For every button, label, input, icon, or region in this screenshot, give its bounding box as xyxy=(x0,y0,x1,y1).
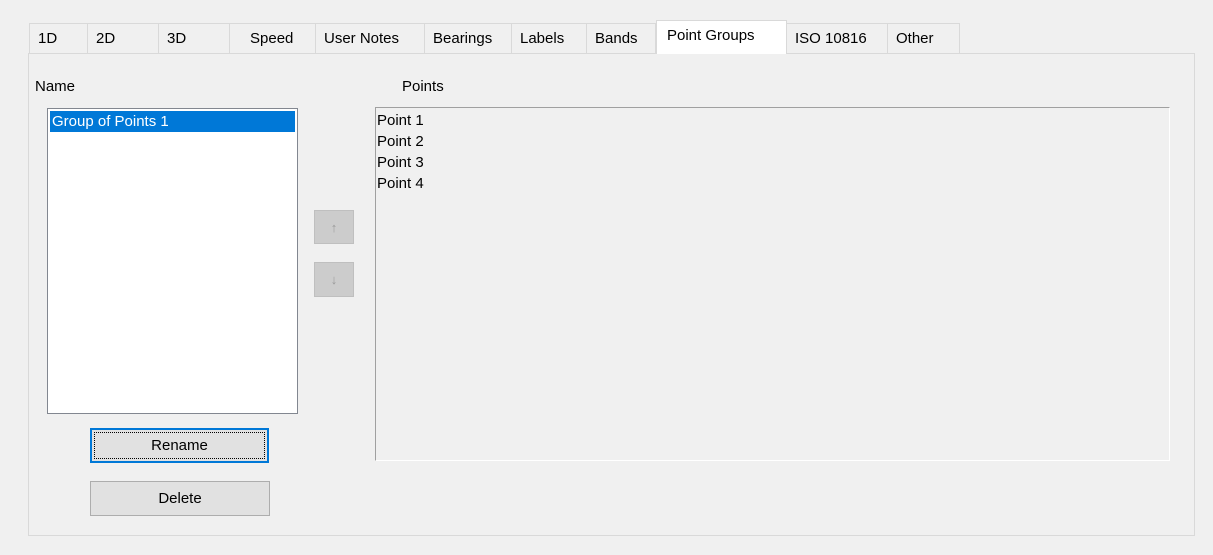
list-item[interactable]: Group of Points 1 xyxy=(50,111,295,132)
tab-speed[interactable]: Speed xyxy=(230,23,316,53)
tab-label: 1D xyxy=(38,30,58,47)
tab-bands[interactable]: Bands xyxy=(587,23,656,53)
tab-bearings[interactable]: Bearings xyxy=(425,23,512,53)
list-item[interactable]: Point 3 xyxy=(377,152,424,173)
tab-user-notes[interactable]: User Notes xyxy=(316,23,425,53)
tab-other[interactable]: Other xyxy=(888,23,960,53)
points-list[interactable]: Point 1 Point 2 Point 3 Point 4 xyxy=(375,107,1170,461)
point-text: Point 3 xyxy=(377,154,424,171)
tab-label: Bearings xyxy=(433,30,493,47)
tab-label: User Notes xyxy=(324,30,400,47)
tab-point-groups[interactable]: Point Groups xyxy=(656,20,787,54)
options-window: 1D 2D 3D Speed User Notes Bearings Label… xyxy=(0,0,1213,555)
point-text: Point 2 xyxy=(377,133,424,150)
move-up-button[interactable]: ↑ xyxy=(314,210,354,244)
tab-label: 2D xyxy=(96,30,116,47)
points-label: Points xyxy=(402,78,444,95)
tab-1d[interactable]: 1D xyxy=(29,23,88,53)
tab-2d[interactable]: 2D xyxy=(88,23,159,53)
tab-label: 3D xyxy=(167,30,187,47)
tab-labels[interactable]: Labels xyxy=(512,23,587,53)
focus-ring xyxy=(94,432,265,459)
tab-label: Other xyxy=(896,30,934,47)
point-groups-panel: Name Points Group of Points 1 ↑ ↓ Point … xyxy=(28,53,1195,536)
group-name-text: Group of Points 1 xyxy=(52,113,169,130)
tab-3d[interactable]: 3D xyxy=(159,23,230,53)
tab-label: Bands xyxy=(595,30,638,47)
down-arrow-icon: ↓ xyxy=(330,272,338,287)
name-label: Name xyxy=(35,78,76,95)
list-item[interactable]: Point 2 xyxy=(377,131,424,152)
list-item[interactable]: Point 1 xyxy=(377,110,424,131)
tab-iso-10816[interactable]: ISO 10816 xyxy=(787,23,888,53)
delete-button[interactable]: Delete xyxy=(90,481,270,516)
tab-label: Labels xyxy=(520,30,565,47)
delete-button-label: Delete xyxy=(158,490,202,507)
tab-label: Speed xyxy=(250,30,294,47)
tab-label: Point Groups xyxy=(667,27,755,44)
point-text: Point 4 xyxy=(377,175,424,192)
move-down-button[interactable]: ↓ xyxy=(314,262,354,297)
up-arrow-icon: ↑ xyxy=(330,220,338,235)
tab-label: ISO 10816 xyxy=(795,30,867,47)
group-name-list[interactable]: Group of Points 1 xyxy=(47,108,298,414)
list-item[interactable]: Point 4 xyxy=(377,173,424,194)
rename-button[interactable]: Rename xyxy=(90,428,269,463)
point-text: Point 1 xyxy=(377,112,424,129)
